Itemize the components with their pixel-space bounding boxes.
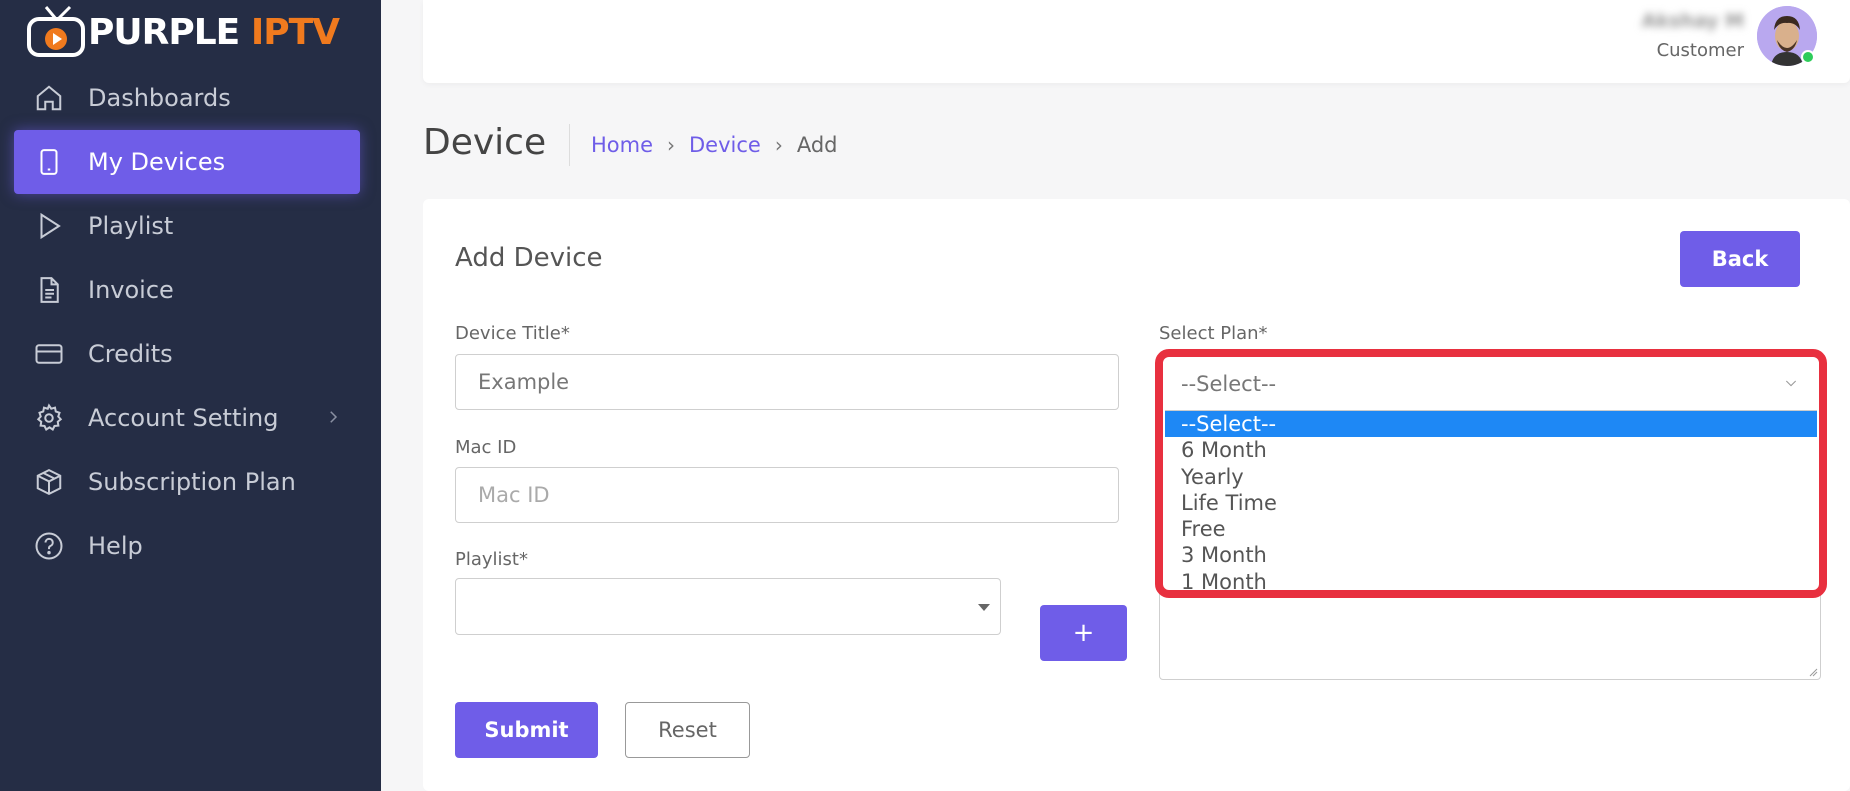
box-icon <box>36 469 62 495</box>
tv-logo-icon <box>26 5 86 59</box>
logo-text: PURPLE IPTV <box>88 11 340 53</box>
sidebar-item-subscription-plan[interactable]: Subscription Plan <box>14 450 360 514</box>
page-title: Device <box>423 122 547 163</box>
sidebar-item-label: Dashboards <box>88 84 231 112</box>
sidebar-item-invoice[interactable]: Invoice <box>14 258 360 322</box>
document-icon <box>40 277 59 303</box>
gear-icon <box>36 403 63 431</box>
mac-id-input[interactable]: Mac ID <box>455 467 1119 523</box>
playlist-select[interactable] <box>455 578 1001 635</box>
sidebar-item-label: Playlist <box>88 212 174 240</box>
sidebar-item-playlist[interactable]: Playlist <box>14 194 360 258</box>
play-icon <box>40 212 61 240</box>
help-icon <box>35 532 63 560</box>
device-title-label: Device Title* <box>455 323 570 344</box>
sidebar-item-label: Credits <box>88 340 173 368</box>
caret-down-icon <box>978 604 990 611</box>
app-logo[interactable]: PURPLE IPTV <box>26 4 340 60</box>
back-button[interactable]: Back <box>1680 231 1800 287</box>
breadcrumb: Home › Device › Add <box>591 133 838 157</box>
mac-id-label: Mac ID <box>455 437 517 458</box>
sidebar-item-help[interactable]: Help <box>14 514 360 578</box>
breadcrumb-current: Add <box>796 133 838 157</box>
sidebar-item-label: Account Setting <box>88 404 279 432</box>
home-icon <box>36 85 62 111</box>
sidebar-item-label: Subscription Plan <box>88 468 296 496</box>
title-divider <box>569 124 570 166</box>
user-role: Customer <box>1656 40 1744 61</box>
sidebar-item-dashboards[interactable]: Dashboards <box>14 66 360 130</box>
resize-handle-icon[interactable] <box>1808 667 1818 677</box>
submit-button[interactable]: Submit <box>455 702 598 758</box>
user-name: Akshay M <box>1641 10 1744 32</box>
add-playlist-button[interactable]: + <box>1040 605 1127 661</box>
sidebar-item-label: Invoice <box>88 276 174 304</box>
top-header: Akshay M Customer <box>423 0 1850 83</box>
breadcrumb-separator-icon: › <box>667 133 676 157</box>
logo-text-purple: PURPLE <box>88 11 240 53</box>
breadcrumb-separator-icon: › <box>774 133 783 157</box>
card-title: Add Device <box>455 243 603 273</box>
logo-text-iptv: IPTV <box>250 11 340 53</box>
playlist-label: Playlist* <box>455 549 528 570</box>
mobile-icon <box>40 149 58 175</box>
highlight-box <box>1155 349 1827 598</box>
select-plan-label: Select Plan* <box>1159 323 1268 344</box>
chevron-right-icon <box>330 411 338 423</box>
sidebar: PURPLE IPTV Dashboards My Devices Playli… <box>0 0 381 791</box>
sidebar-item-credits[interactable]: Credits <box>14 322 360 386</box>
notes-textarea[interactable] <box>1159 589 1821 680</box>
sidebar-nav: Dashboards My Devices Playlist Invoice C… <box>14 66 360 578</box>
sidebar-item-my-devices[interactable]: My Devices <box>14 130 360 194</box>
reset-button[interactable]: Reset <box>625 702 750 758</box>
device-title-input[interactable]: Example <box>455 354 1119 410</box>
sidebar-item-label: Help <box>88 532 143 560</box>
breadcrumb-home[interactable]: Home <box>591 133 653 157</box>
online-status-indicator <box>1801 50 1815 64</box>
sidebar-item-account-setting[interactable]: Account Setting <box>14 386 360 450</box>
breadcrumb-device[interactable]: Device <box>689 133 761 157</box>
credit-card-icon <box>35 344 63 364</box>
sidebar-item-label: My Devices <box>88 148 226 176</box>
